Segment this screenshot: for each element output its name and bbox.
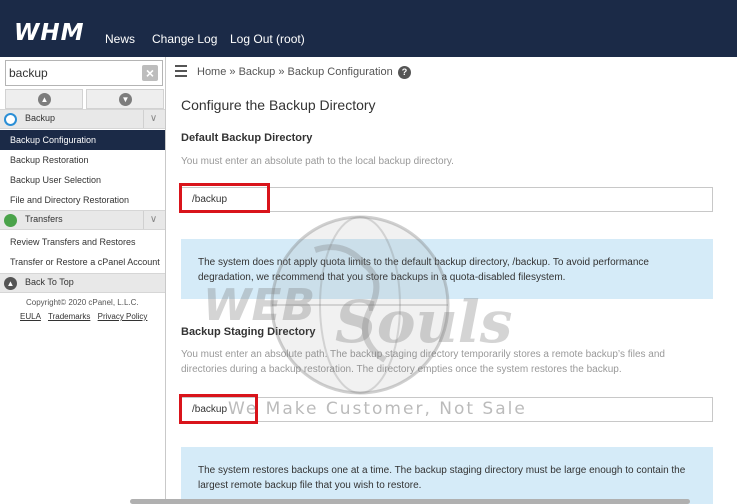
chevron-down-icon: ▼ [119,93,132,106]
nav-changelog-link[interactable]: Change Log [152,32,217,46]
sidebar: × ▲ ▼ Backup ∨ Backup Configuration Back… [0,57,166,504]
back-to-top-label: Back To Top [25,277,74,287]
privacy-policy-link[interactable]: Privacy Policy [98,312,148,321]
back-to-top-button[interactable]: ▲ Back To Top [0,273,165,293]
sidebar-search: × [5,60,163,86]
collapse-controls: ▲ ▼ [5,89,165,109]
help-icon[interactable]: ? [398,66,411,79]
breadcrumb: Home » Backup » Backup Configuration [197,66,393,78]
menu-toggle-icon[interactable] [171,65,187,77]
top-navigation-bar: WHM News Change Log Log Out (root) [0,0,737,57]
search-input[interactable] [9,63,139,83]
staging-dir-heading: Backup Staging Directory [181,326,316,338]
category-label: Backup [25,113,56,123]
staging-dir-info-box: The system restores backups one at a tim… [181,447,713,504]
sidebar-item-backup-configuration[interactable]: Backup Configuration [0,130,165,150]
breadcrumb-current: Backup Configuration [287,66,393,78]
page-title: Configure the Backup Directory [181,97,376,113]
category-backup[interactable]: Backup ∨ [0,109,165,129]
breadcrumb-bar: Home » Backup » Backup Configuration ? [167,57,737,87]
horizontal-scrollbar[interactable] [130,499,690,504]
footer-links: EULA Trademarks Privacy Policy [20,312,152,321]
transfers-icon [4,214,17,227]
sidebar-item-backup-restoration[interactable]: Backup Restoration [0,150,165,170]
category-label: Transfers [25,214,63,224]
category-transfers[interactable]: Transfers ∨ [0,210,165,230]
clear-search-icon[interactable]: × [142,65,158,81]
chevron-down-icon[interactable]: ∨ [143,211,163,229]
highlight-box [179,183,270,213]
breadcrumb-backup[interactable]: Backup [239,66,276,78]
nav-news-link[interactable]: News [105,32,135,46]
whm-logo[interactable]: WHM [14,20,85,46]
arrow-up-icon: ▲ [4,277,17,290]
sidebar-item-transfer-restore-account[interactable]: Transfer or Restore a cPanel Account [0,252,165,272]
sidebar-item-file-directory-restoration[interactable]: File and Directory Restoration [0,190,165,210]
breadcrumb-home[interactable]: Home [197,66,226,78]
staging-dir-help: You must enter an absolute path. The bac… [181,349,665,375]
collapse-all-button[interactable]: ▲ [5,89,83,109]
backup-icon [4,113,17,126]
default-dir-heading: Default Backup Directory [181,132,313,144]
chevron-up-icon: ▲ [38,93,51,106]
expand-all-button[interactable]: ▼ [86,89,164,109]
nav-logout-link[interactable]: Log Out (root) [230,32,305,46]
chevron-down-icon[interactable]: ∨ [143,110,163,128]
default-dir-info-box: The system does not apply quota limits t… [181,239,713,299]
eula-link[interactable]: EULA [20,312,41,321]
default-dir-help: You must enter an absolute path to the l… [181,156,454,167]
watermark-tagline: We Make Customer, Not Sale [228,399,527,419]
sidebar-item-review-transfers[interactable]: Review Transfers and Restores [0,232,165,252]
sidebar-item-backup-user-selection[interactable]: Backup User Selection [0,170,165,190]
trademarks-link[interactable]: Trademarks [48,312,90,321]
copyright-text: Copyright© 2020 cPanel, L.L.C. [26,298,139,307]
